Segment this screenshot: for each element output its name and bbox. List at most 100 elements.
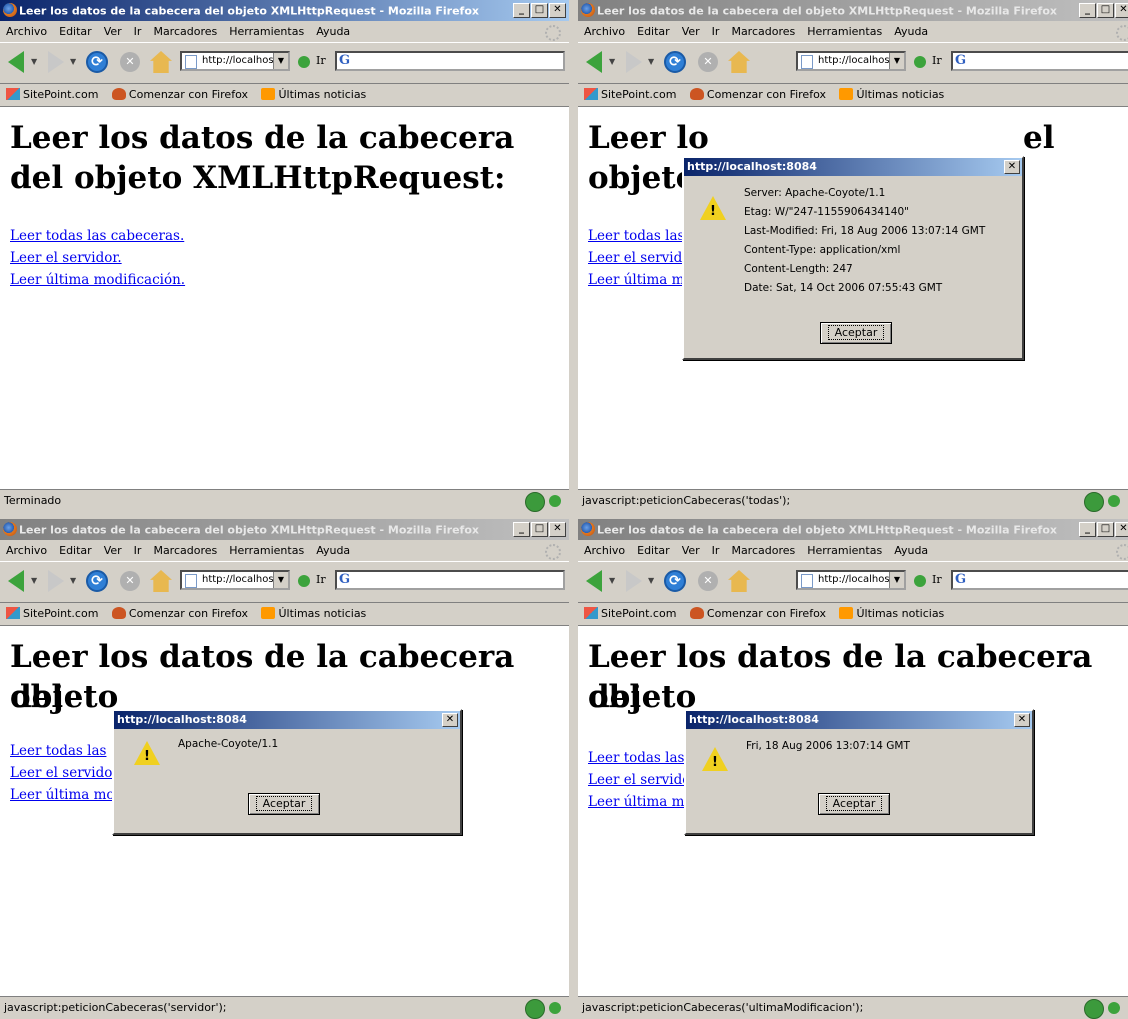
go-icon[interactable] xyxy=(914,575,926,587)
bookmark-comenzar-firefox[interactable]: Comenzar con Firefox xyxy=(111,88,248,101)
minimize-button[interactable]: _ xyxy=(513,522,530,537)
stop-icon[interactable]: ✕ xyxy=(698,52,718,72)
back-dropdown-icon[interactable]: ▼ xyxy=(609,576,615,585)
menu-ir[interactable]: Ir xyxy=(712,22,720,41)
menu-marcadores[interactable]: Marcadores xyxy=(731,541,795,560)
security-check-icon[interactable] xyxy=(525,999,545,1019)
bookmark-ultimas-noticias[interactable]: Últimas noticias xyxy=(261,607,366,620)
reload-icon[interactable]: ⟳ xyxy=(664,570,686,592)
close-button[interactable]: ✕ xyxy=(549,3,566,18)
status-dot-icon[interactable] xyxy=(549,1002,561,1014)
bookmark-ultimas-noticias[interactable]: Últimas noticias xyxy=(839,607,944,620)
stop-icon[interactable]: ✕ xyxy=(120,52,140,72)
menu-ir[interactable]: Ir xyxy=(134,22,142,41)
go-icon[interactable] xyxy=(914,56,926,68)
back-arrow-icon[interactable] xyxy=(586,570,602,592)
stop-icon[interactable]: ✕ xyxy=(120,571,140,591)
menu-ayuda[interactable]: Ayuda xyxy=(316,22,350,41)
close-button[interactable]: ✕ xyxy=(549,522,566,537)
forward-dropdown-icon[interactable]: ▼ xyxy=(70,57,76,66)
maximize-button[interactable]: □ xyxy=(531,3,548,18)
minimize-button[interactable]: _ xyxy=(1079,522,1096,537)
close-button[interactable]: ✕ xyxy=(1115,3,1128,18)
link-todas-cabeceras[interactable]: Leer todas las xyxy=(588,225,683,247)
bookmark-sitepoint[interactable]: SitePoint.com xyxy=(6,607,98,620)
menu-ayuda[interactable]: Ayuda xyxy=(894,541,928,560)
menu-archivo[interactable]: Archivo xyxy=(6,541,47,560)
back-arrow-icon[interactable] xyxy=(8,570,24,592)
dialog-title-bar[interactable]: http://localhost:8084 ✕ xyxy=(684,158,1022,176)
menu-herramientas[interactable]: Herramientas xyxy=(807,541,882,560)
menu-editar[interactable]: Editar xyxy=(637,541,670,560)
google-search-input[interactable]: G xyxy=(951,51,1128,71)
google-search-input[interactable]: G xyxy=(335,570,565,590)
link-servidor[interactable]: Leer el servido xyxy=(588,247,683,269)
link-todas-cabeceras[interactable]: Leer todas las xyxy=(588,747,684,769)
menu-archivo[interactable]: Archivo xyxy=(6,22,47,41)
back-arrow-icon[interactable] xyxy=(8,51,24,73)
menu-marcadores[interactable]: Marcadores xyxy=(153,541,217,560)
menu-ayuda[interactable]: Ayuda xyxy=(316,541,350,560)
bookmark-ultimas-noticias[interactable]: Últimas noticias xyxy=(261,88,366,101)
dialog-title-bar[interactable]: http://localhost:8084 ✕ xyxy=(686,711,1032,729)
go-button-label[interactable]: Ir xyxy=(932,573,942,586)
link-ultima-modificacion[interactable]: Leer última mo xyxy=(588,791,684,813)
back-arrow-icon[interactable] xyxy=(586,51,602,73)
status-dot-icon[interactable] xyxy=(1108,1002,1120,1014)
bookmark-comenzar-firefox[interactable]: Comenzar con Firefox xyxy=(111,607,248,620)
status-dot-icon[interactable] xyxy=(1108,495,1120,507)
forward-dropdown-icon[interactable]: ▼ xyxy=(70,576,76,585)
url-dropdown-button[interactable]: ▼ xyxy=(889,572,904,588)
bookmark-sitepoint[interactable]: SitePoint.com xyxy=(6,88,98,101)
reload-icon[interactable]: ⟳ xyxy=(664,51,686,73)
url-input[interactable]: http://localhost:8 ▼ xyxy=(180,51,290,71)
menu-ver[interactable]: Ver xyxy=(104,22,122,41)
bookmark-comenzar-firefox[interactable]: Comenzar con Firefox xyxy=(689,607,826,620)
stop-icon[interactable]: ✕ xyxy=(698,571,718,591)
go-button-label[interactable]: Ir xyxy=(316,573,326,586)
title-bar[interactable]: Leer los datos de la cabecera del objeto… xyxy=(578,0,1128,21)
url-input[interactable]: http://localhost:8 ▼ xyxy=(180,570,290,590)
dialog-close-button[interactable]: ✕ xyxy=(1014,713,1030,727)
aceptar-button[interactable]: Aceptar xyxy=(248,793,320,815)
go-button-label[interactable]: Ir xyxy=(932,54,942,67)
forward-dropdown-icon[interactable]: ▼ xyxy=(648,57,654,66)
url-input[interactable]: http://localhost:8 ▼ xyxy=(796,51,906,71)
bookmark-comenzar-firefox[interactable]: Comenzar con Firefox xyxy=(689,88,826,101)
forward-arrow-icon[interactable] xyxy=(48,570,64,592)
menu-ver[interactable]: Ver xyxy=(682,22,700,41)
bookmark-sitepoint[interactable]: SitePoint.com xyxy=(584,88,676,101)
forward-arrow-icon[interactable] xyxy=(626,570,642,592)
reload-icon[interactable]: ⟳ xyxy=(86,51,108,73)
link-servidor[interactable]: Leer el servido xyxy=(10,762,112,784)
title-bar[interactable]: Leer los datos de la cabecera del objeto… xyxy=(0,519,569,540)
bookmark-sitepoint[interactable]: SitePoint.com xyxy=(584,607,676,620)
menu-archivo[interactable]: Archivo xyxy=(584,541,625,560)
back-dropdown-icon[interactable]: ▼ xyxy=(609,57,615,66)
link-servidor[interactable]: Leer el servidor. xyxy=(10,247,185,269)
dialog-close-button[interactable]: ✕ xyxy=(442,713,458,727)
url-input[interactable]: http://localhost:8 ▼ xyxy=(796,570,906,590)
link-servidor[interactable]: Leer el servido xyxy=(588,769,684,791)
bookmark-ultimas-noticias[interactable]: Últimas noticias xyxy=(839,88,944,101)
go-icon[interactable] xyxy=(298,575,310,587)
back-dropdown-icon[interactable]: ▼ xyxy=(31,576,37,585)
link-ultima-modificacion[interactable]: Leer última modificación. xyxy=(10,269,185,291)
forward-arrow-icon[interactable] xyxy=(48,51,64,73)
title-bar[interactable]: Leer los datos de la cabecera del objeto… xyxy=(0,0,569,21)
home-icon[interactable] xyxy=(150,570,172,592)
go-button-label[interactable]: Ir xyxy=(316,54,326,67)
maximize-button[interactable]: □ xyxy=(1097,522,1114,537)
url-dropdown-button[interactable]: ▼ xyxy=(889,53,904,69)
status-dot-icon[interactable] xyxy=(549,495,561,507)
aceptar-button[interactable]: Aceptar xyxy=(818,793,890,815)
forward-dropdown-icon[interactable]: ▼ xyxy=(648,576,654,585)
link-ultima-modificacion[interactable]: Leer última mo xyxy=(588,269,683,291)
link-todas-cabeceras[interactable]: Leer todas las xyxy=(10,740,112,762)
menu-editar[interactable]: Editar xyxy=(637,22,670,41)
maximize-button[interactable]: □ xyxy=(531,522,548,537)
home-icon[interactable] xyxy=(728,51,750,73)
minimize-button[interactable]: _ xyxy=(1079,3,1096,18)
menu-herramientas[interactable]: Herramientas xyxy=(229,541,304,560)
menu-marcadores[interactable]: Marcadores xyxy=(153,22,217,41)
